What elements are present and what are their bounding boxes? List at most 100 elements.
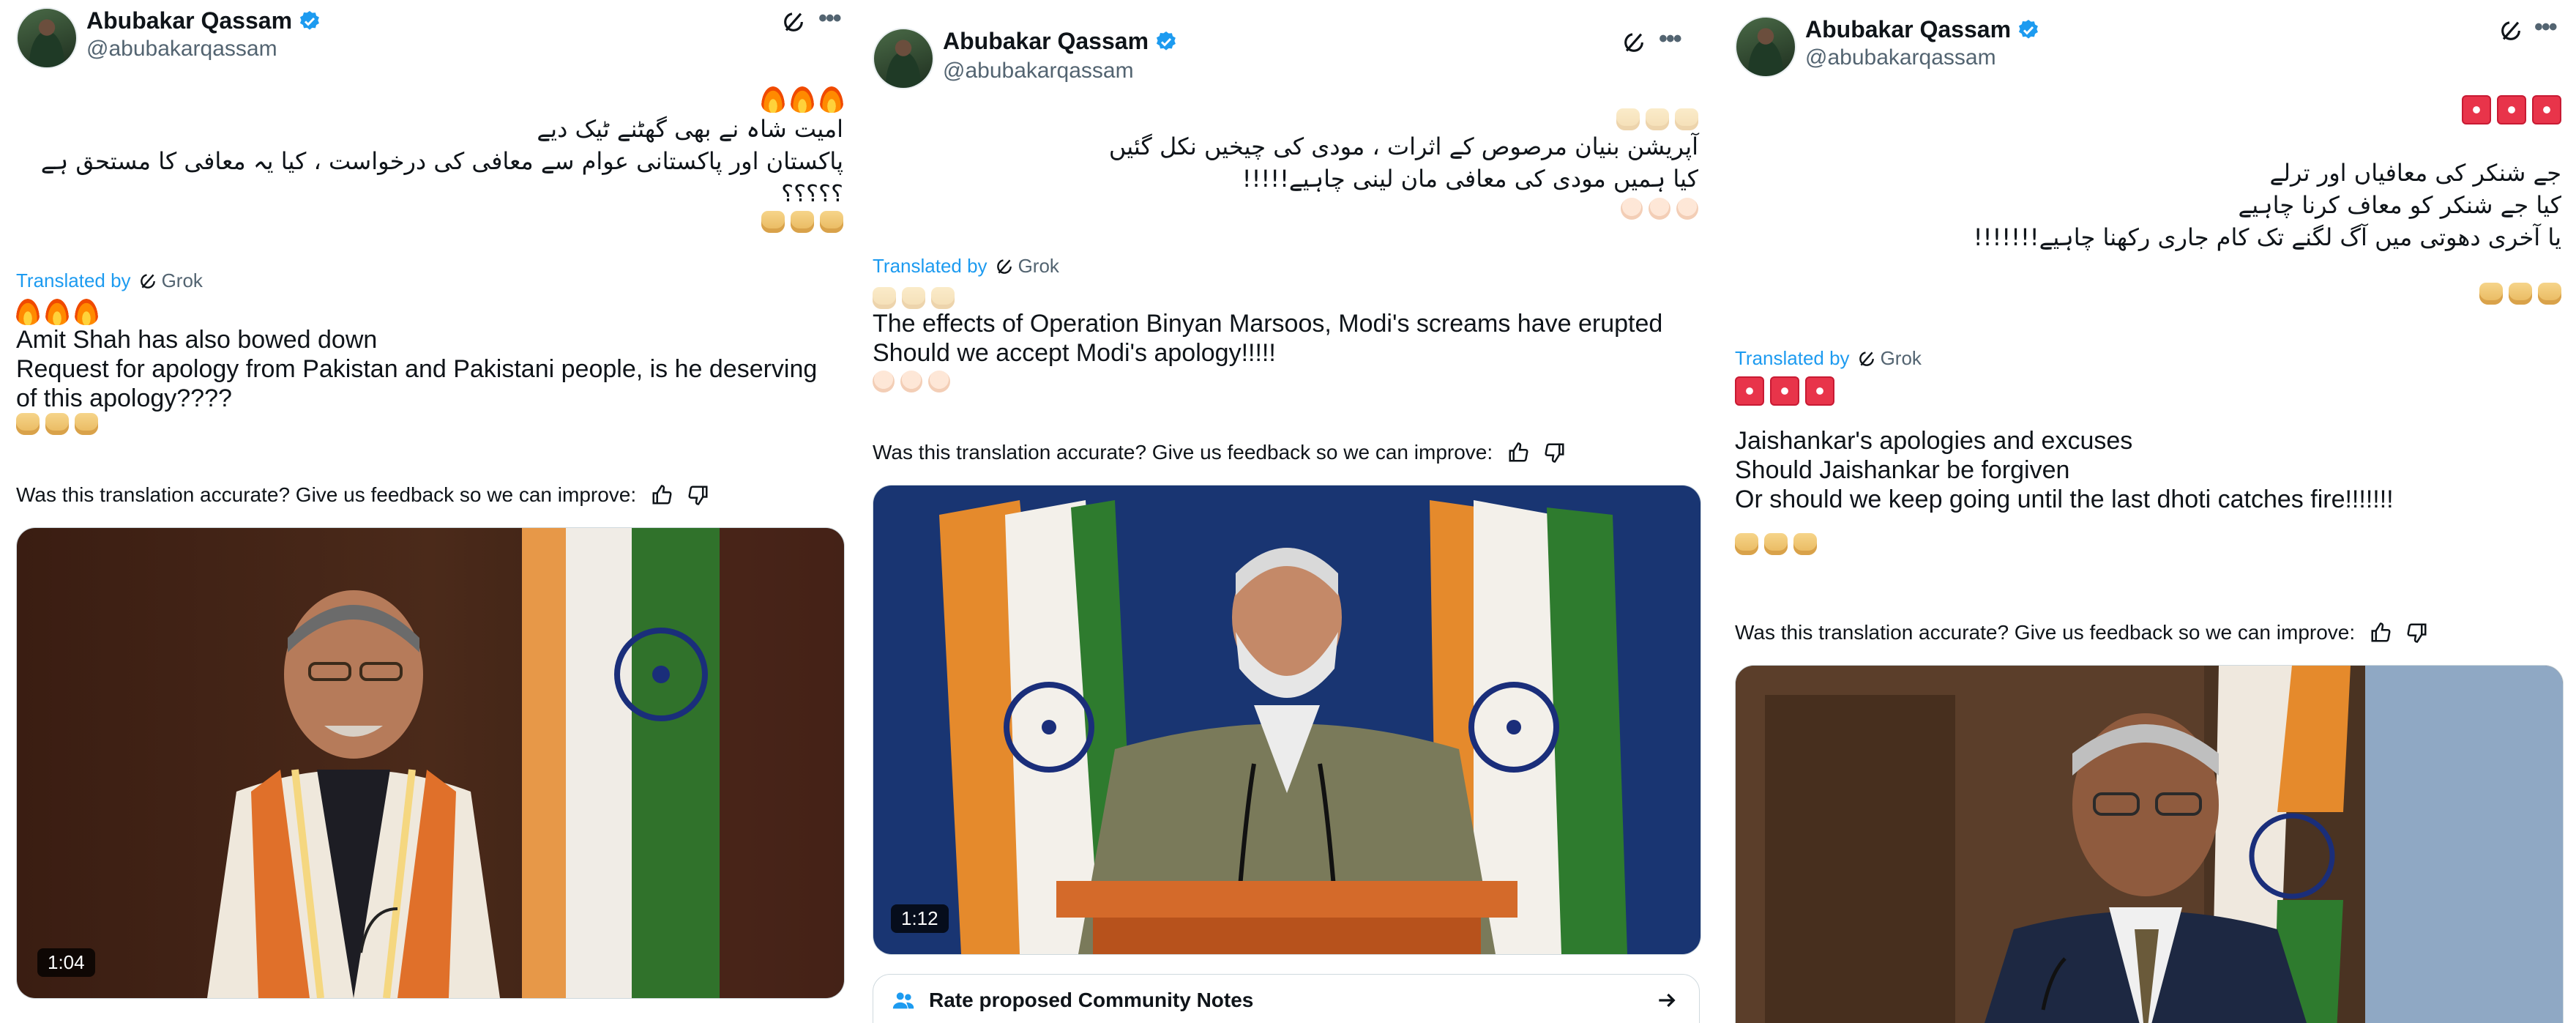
- tweet-card-amit-shah: Abubakar Qassam @abubakarqassam ••• امیت…: [0, 0, 856, 1023]
- fist-emojis: [1756, 283, 2561, 305]
- siren-emoji-icon: [2532, 95, 2561, 124]
- thumbs-down-icon[interactable]: [687, 484, 709, 506]
- siren-emoji-icon: [2497, 95, 2526, 124]
- thumbs-up-icon[interactable]: [651, 484, 673, 506]
- translated-by-label: Translated by Grok: [1735, 347, 1922, 370]
- fire-emojis: [16, 299, 843, 325]
- fist-emoji-icon: [902, 287, 925, 309]
- thumbs-up-icon[interactable]: [1507, 442, 1529, 464]
- rate-community-notes-button[interactable]: Rate proposed Community Notes: [873, 974, 1700, 1023]
- fist-emoji-icon: [2479, 283, 2503, 305]
- fist-emoji-icon: [2538, 283, 2561, 305]
- english-line: Or should we keep going until the last d…: [1735, 486, 2394, 513]
- translated-by-label: Translated by Grok: [873, 255, 1059, 278]
- pointing-hand-icon: [1621, 198, 1643, 220]
- translator-name[interactable]: Grok: [162, 269, 203, 292]
- translated-by-text: Translated by: [873, 255, 988, 277]
- fire-emoji-icon: [45, 299, 69, 325]
- grok-icon[interactable]: [779, 7, 808, 37]
- urdu-line: آپریشن بنیان مرصوص کے اثرات ، مودی کی چی…: [1108, 133, 1698, 160]
- siren-emoji-icon: [2462, 95, 2491, 124]
- grok-icon[interactable]: [1619, 28, 1649, 57]
- fist-emoji-icon: [1764, 533, 1788, 555]
- author-handle[interactable]: @abubakarqassam: [1805, 45, 1996, 70]
- video-duration: 1:12: [891, 904, 949, 933]
- english-line: Should Jaishankar be forgiven: [1735, 456, 2070, 484]
- video-player[interactable]: 1:12: [873, 485, 1701, 955]
- author-name[interactable]: Abubakar Qassam: [943, 28, 1178, 55]
- feedback-text: Was this translation accurate? Give us f…: [873, 441, 1493, 464]
- grok-attribution[interactable]: Grok: [138, 269, 203, 292]
- tweet-card-jaishankar: Abubakar Qassam @abubakarqassam ••• جے ش…: [1720, 0, 2576, 1023]
- thumbs-up-icon[interactable]: [2370, 622, 2392, 644]
- more-options-icon[interactable]: •••: [2534, 13, 2558, 42]
- fist-emojis: [16, 413, 843, 435]
- fist-emoji-icon: [2509, 283, 2532, 305]
- video-thumbnail: [873, 486, 1700, 954]
- image-media[interactable]: [1735, 665, 2564, 1023]
- image-thumbnail: [1736, 666, 2563, 1023]
- urdu-line: کیا ہمیں مودی کی معافی مان لینی چاہیے!!!…: [1242, 165, 1698, 193]
- author-name-text[interactable]: Abubakar Qassam: [943, 28, 1149, 55]
- feedback-text: Was this translation accurate? Give us f…: [16, 483, 637, 506]
- urdu-line: یا آخری دھوتی میں آگ لگنے تک کام جاری رک…: [1973, 223, 2561, 251]
- grok-attribution[interactable]: Grok: [995, 255, 1059, 278]
- thumbs-down-icon[interactable]: [1544, 442, 1566, 464]
- fist-emoji-icon: [1646, 108, 1669, 130]
- urdu-line: ؟؟؟؟؟: [781, 179, 843, 207]
- people-icon: [891, 988, 916, 1013]
- english-line: Amit Shah has also bowed down: [16, 326, 378, 354]
- fist-emoji-icon: [16, 413, 40, 435]
- translation-feedback: Was this translation accurate? Give us f…: [873, 441, 1566, 464]
- author-name-text[interactable]: Abubakar Qassam: [1805, 16, 2011, 43]
- video-duration: 1:04: [37, 948, 95, 977]
- grok-logo-icon: [140, 273, 155, 289]
- translated-text: The effects of Operation Binyan Marsoos,…: [873, 287, 1700, 393]
- avatar[interactable]: [1735, 16, 1796, 78]
- author-name[interactable]: Abubakar Qassam: [1805, 16, 2040, 43]
- siren-emoji-icon: [1735, 376, 1764, 406]
- original-text: امیت شاہ نے بھی گھٹنے ٹیک دیے پاکستان او…: [38, 86, 843, 233]
- author-name[interactable]: Abubakar Qassam: [86, 7, 321, 34]
- verified-badge-icon: [1154, 30, 1178, 53]
- original-text: آپریشن بنیان مرصوص کے اثرات ، مودی کی چی…: [893, 108, 1698, 220]
- tweet-card-modi: Abubakar Qassam @abubakarqassam ••• آپری…: [856, 0, 1714, 1023]
- avatar[interactable]: [873, 28, 934, 89]
- fist-emojis: [893, 108, 1698, 130]
- english-line: Should we accept Modi's apology!!!!!: [873, 339, 1276, 367]
- avatar[interactable]: [16, 7, 78, 69]
- video-thumbnail: [17, 528, 844, 998]
- author-handle[interactable]: @abubakarqassam: [86, 37, 277, 62]
- english-line: Jaishankar's apologies and excuses: [1735, 427, 2133, 455]
- verified-badge-icon: [2017, 18, 2040, 42]
- fist-emoji-icon: [75, 413, 98, 435]
- pointing-hand-icon: [900, 371, 922, 393]
- translator-name[interactable]: Grok: [1881, 347, 1922, 370]
- pointing-emojis: [873, 371, 1700, 393]
- pointing-hand-icon: [873, 371, 895, 393]
- grok-icon[interactable]: [2496, 16, 2525, 45]
- author-name-text[interactable]: Abubakar Qassam: [86, 7, 292, 34]
- grok-attribution[interactable]: Grok: [1857, 347, 1922, 370]
- community-notes-label[interactable]: Rate proposed Community Notes: [929, 989, 1253, 1012]
- fist-emoji-icon: [761, 211, 785, 233]
- translation-feedback: Was this translation accurate? Give us f…: [1735, 621, 2428, 644]
- fire-emoji-icon: [791, 86, 814, 113]
- thumbs-down-icon[interactable]: [2406, 622, 2428, 644]
- fist-emojis: [1735, 533, 2562, 555]
- video-player[interactable]: 1:04: [16, 527, 845, 999]
- translator-name[interactable]: Grok: [1018, 255, 1059, 278]
- translated-by-label: Translated by Grok: [16, 269, 203, 292]
- author-handle[interactable]: @abubakarqassam: [943, 59, 1134, 83]
- fire-emojis: [38, 86, 843, 113]
- fire-emoji-icon: [16, 299, 40, 325]
- siren-emoji-icon: [1805, 376, 1834, 406]
- arrow-right-icon[interactable]: [1655, 989, 1679, 1012]
- more-options-icon[interactable]: •••: [1659, 25, 1682, 53]
- fist-emoji-icon: [1675, 108, 1698, 130]
- more-options-icon[interactable]: •••: [818, 4, 842, 33]
- siren-emojis: [1735, 376, 2562, 406]
- urdu-line: کیا جے شنکر کو معاف کرنا چاہیے: [2238, 191, 2562, 219]
- fist-emoji-icon: [1616, 108, 1640, 130]
- translated-by-text: Translated by: [16, 269, 131, 291]
